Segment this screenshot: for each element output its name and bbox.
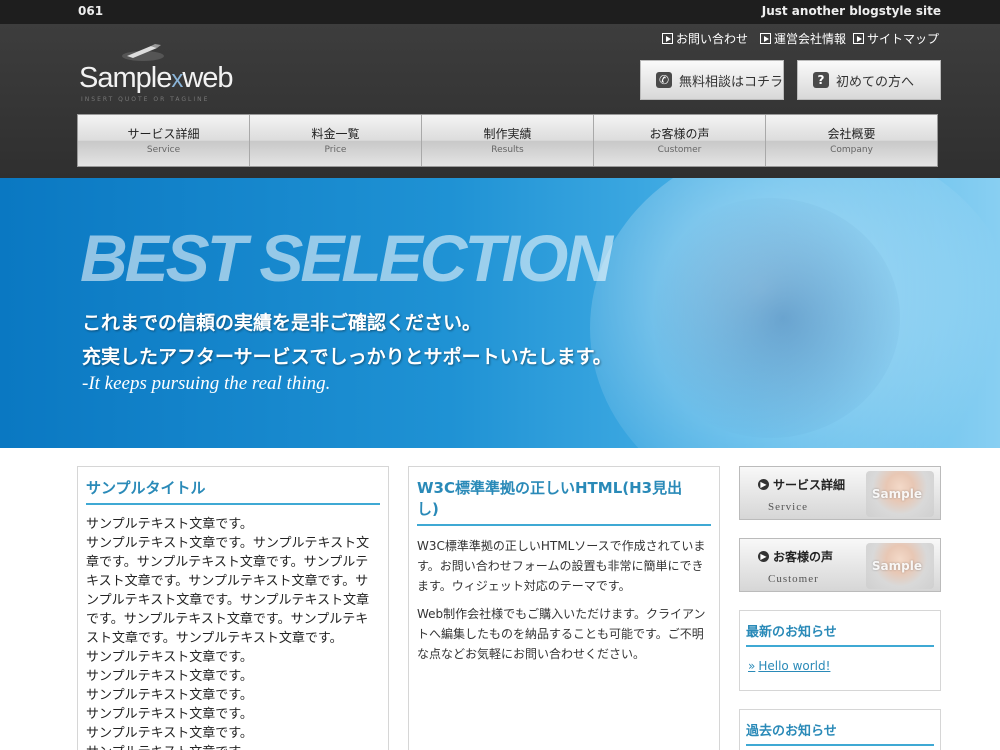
site-number: 061 xyxy=(78,4,104,18)
latest-news-title: 最新のお知らせ xyxy=(746,611,934,647)
customer-banner-title: お客様の声 xyxy=(773,550,834,564)
service-banner-title: サービス詳細 xyxy=(773,478,846,492)
service-banner[interactable]: Sample ▶ サービス詳細 Service xyxy=(739,466,941,520)
hero-banner: BEST SELECTION これまでの信頼の実績を是非ご確認ください。 充実し… xyxy=(0,178,1000,448)
nav-item-results[interactable]: 制作実績 Results xyxy=(422,115,594,166)
nav-item-customer[interactable]: お客様の声 Customer xyxy=(594,115,766,166)
hero-line-3: -It keeps pursuing the real thing. xyxy=(82,373,331,394)
first-time-visitor-button[interactable]: ? 初めての方へ xyxy=(797,60,941,100)
nav-item-service[interactable]: サービス詳細 Service xyxy=(78,115,250,166)
double-chevron-icon: » xyxy=(748,659,756,673)
past-news-title: 過去のお知らせ xyxy=(746,710,934,746)
question-icon: ? xyxy=(813,72,829,88)
logo-name: Samplexweb xyxy=(79,62,234,94)
customer-banner-en: Customer xyxy=(768,573,819,585)
sample-section-text: サンプルテキスト文章です。 サンプルテキスト文章です。サンプルテキスト文章です。… xyxy=(86,517,370,750)
service-banner-en: Service xyxy=(768,501,808,513)
sitemap-link[interactable]: サイトマップ xyxy=(853,30,939,47)
arrow-box-icon xyxy=(853,33,864,44)
sample-section: サンプルタイトル サンプルテキスト文章です。 サンプルテキスト文章です。サンプル… xyxy=(77,466,389,750)
pen-logo-icon xyxy=(122,44,164,61)
latest-news-widget: 最新のお知らせ » Hello world! xyxy=(739,610,941,691)
phone-icon: ✆ xyxy=(656,72,672,88)
nav-item-company[interactable]: 会社概要 Company xyxy=(766,115,937,166)
w3c-paragraph-1: W3C標準準拠の正しいHTMLソースで作成されています。お問い合わせフォームの設… xyxy=(417,539,706,593)
global-nav: サービス詳細 Service 料金一覧 Price 制作実績 Results お… xyxy=(77,114,938,167)
logo-tagline: INSERT QUOTE OR TAGLINE xyxy=(81,96,210,103)
arrow-box-icon xyxy=(760,33,771,44)
hero-line-2: 充実したアフターサービスでしっかりとサポートいたします。 xyxy=(82,346,612,368)
w3c-section: W3C標準準拠の正しいHTML(H3見出し) W3C標準準拠の正しいHTMLソー… xyxy=(408,466,720,750)
site-logo[interactable]: Samplexweb INSERT QUOTE OR TAGLINE xyxy=(79,44,234,104)
site-tagline: Just another blogstyle site xyxy=(761,4,941,18)
nav-item-price[interactable]: 料金一覧 Price xyxy=(250,115,422,166)
arrow-right-icon: ▶ xyxy=(758,551,769,562)
contact-link[interactable]: お問い合わせ xyxy=(662,30,748,47)
free-consultation-button[interactable]: ✆ 無料相談はコチラ xyxy=(640,60,784,100)
past-news-widget: 過去のお知らせ xyxy=(739,709,941,750)
w3c-paragraph-2: Web制作会社様でもご購入いただけます。クライアントへ編集したものを納品すること… xyxy=(417,607,706,661)
hero-headline: BEST SELECTION xyxy=(80,221,613,295)
arrow-right-icon: ▶ xyxy=(758,479,769,490)
sample-section-title: サンプルタイトル xyxy=(86,467,380,505)
customer-banner[interactable]: Sample ▶ お客様の声 Customer xyxy=(739,538,941,592)
top-bar: 061 Just another blogstyle site xyxy=(0,0,1000,24)
news-link-hello-world[interactable]: » Hello world! xyxy=(740,647,940,673)
header: Samplexweb INSERT QUOTE OR TAGLINE お問い合わ… xyxy=(0,24,1000,178)
arrow-box-icon xyxy=(662,33,673,44)
w3c-section-title: W3C標準準拠の正しいHTML(H3見出し) xyxy=(417,467,711,526)
company-info-link[interactable]: 運営会社情報 xyxy=(760,30,846,47)
hero-line-1: これまでの信頼の実績を是非ご確認ください。 xyxy=(82,312,482,334)
